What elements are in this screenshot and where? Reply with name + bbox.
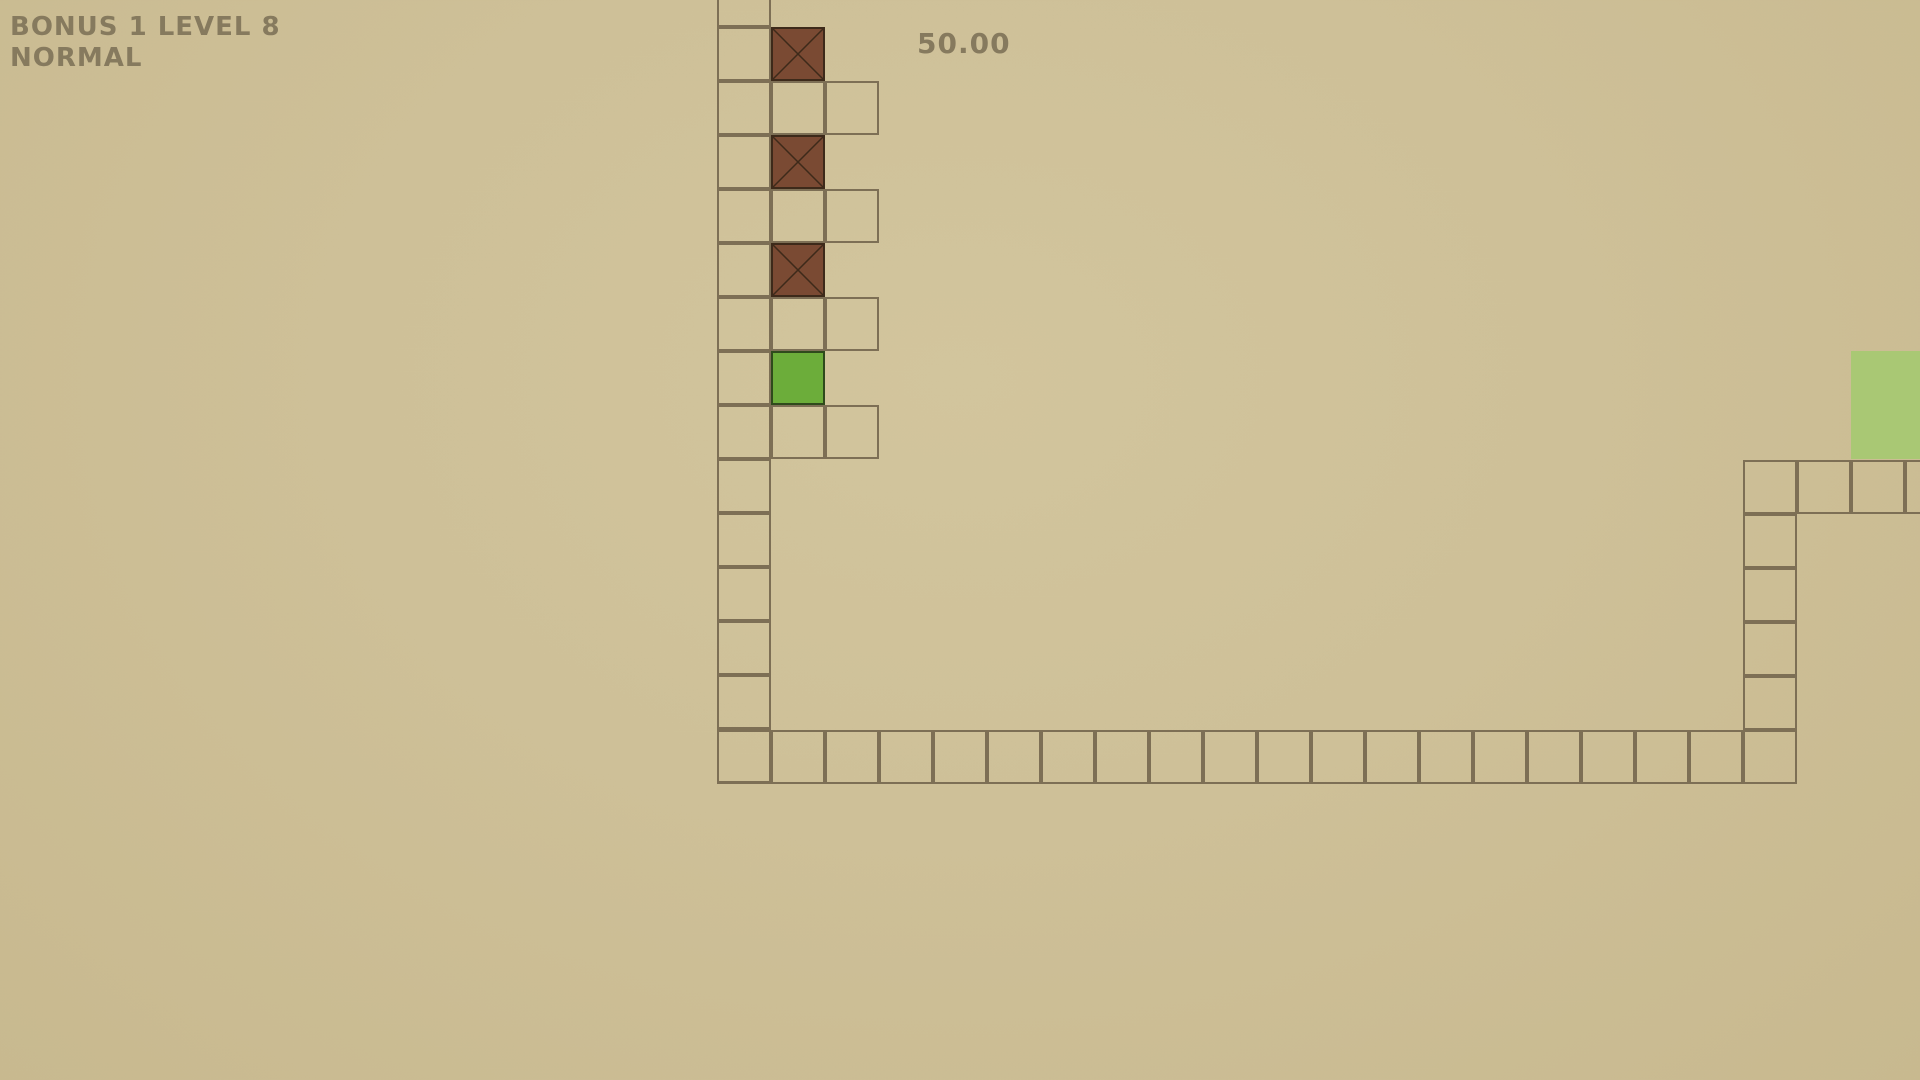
- wall-block: [825, 405, 879, 459]
- wall-block: [1527, 730, 1581, 784]
- wall-block: [717, 297, 771, 351]
- wall-block: [771, 297, 825, 351]
- wall-block: [1743, 568, 1797, 622]
- wall-block: [1203, 730, 1257, 784]
- wall-block: [1743, 730, 1797, 784]
- wall-block: [717, 0, 771, 27]
- wall-block: [1689, 730, 1743, 784]
- crate-cross-icon: [773, 137, 823, 187]
- wall-block: [1743, 514, 1797, 568]
- level-info: BONUS 1 LEVEL 8 NORMAL: [10, 12, 281, 74]
- wall-block: [1851, 460, 1905, 514]
- wall-block: [933, 730, 987, 784]
- wall-block: [1743, 622, 1797, 676]
- wall-block: [987, 730, 1041, 784]
- wall-block: [1797, 460, 1851, 514]
- wall-block: [717, 405, 771, 459]
- level-label: BONUS 1 LEVEL 8: [10, 12, 281, 42]
- wall-block: [717, 459, 771, 513]
- wall-block: [1419, 730, 1473, 784]
- wall-block: [717, 81, 771, 135]
- wooden-crate: [771, 243, 825, 297]
- wall-block: [1473, 730, 1527, 784]
- exit-zone: [1851, 351, 1920, 459]
- wall-block: [1743, 460, 1797, 514]
- wall-block: [1311, 730, 1365, 784]
- wall-block: [1743, 676, 1797, 730]
- wall-block: [1635, 730, 1689, 784]
- wall-block: [717, 730, 771, 784]
- wall-block: [1095, 730, 1149, 784]
- wall-block: [825, 730, 879, 784]
- wall-block: [1581, 730, 1635, 784]
- wall-block: [1905, 460, 1920, 514]
- wooden-crate: [771, 27, 825, 81]
- wall-block: [1257, 730, 1311, 784]
- wall-block: [879, 730, 933, 784]
- wall-block: [1041, 730, 1095, 784]
- difficulty-label: NORMAL: [10, 43, 143, 73]
- wall-block: [717, 135, 771, 189]
- game-stage: [0, 0, 1920, 1080]
- wall-block: [717, 675, 771, 729]
- wall-block: [825, 189, 879, 243]
- wall-block: [825, 297, 879, 351]
- wall-block: [1365, 730, 1419, 784]
- wall-block: [771, 730, 825, 784]
- wall-block: [717, 189, 771, 243]
- crate-cross-icon: [773, 29, 823, 79]
- wall-block: [717, 243, 771, 297]
- wall-block: [1149, 730, 1203, 784]
- wall-block: [771, 405, 825, 459]
- wall-block: [825, 81, 879, 135]
- crate-cross-icon: [773, 245, 823, 295]
- wall-block: [717, 567, 771, 621]
- wall-block: [771, 81, 825, 135]
- wall-block: [771, 189, 825, 243]
- timer-display: 50.00: [917, 27, 1011, 60]
- player-block: [771, 351, 825, 405]
- wall-block: [717, 351, 771, 405]
- wall-block: [717, 513, 771, 567]
- wall-block: [717, 621, 771, 675]
- wooden-crate: [771, 135, 825, 189]
- wall-block: [717, 27, 771, 81]
